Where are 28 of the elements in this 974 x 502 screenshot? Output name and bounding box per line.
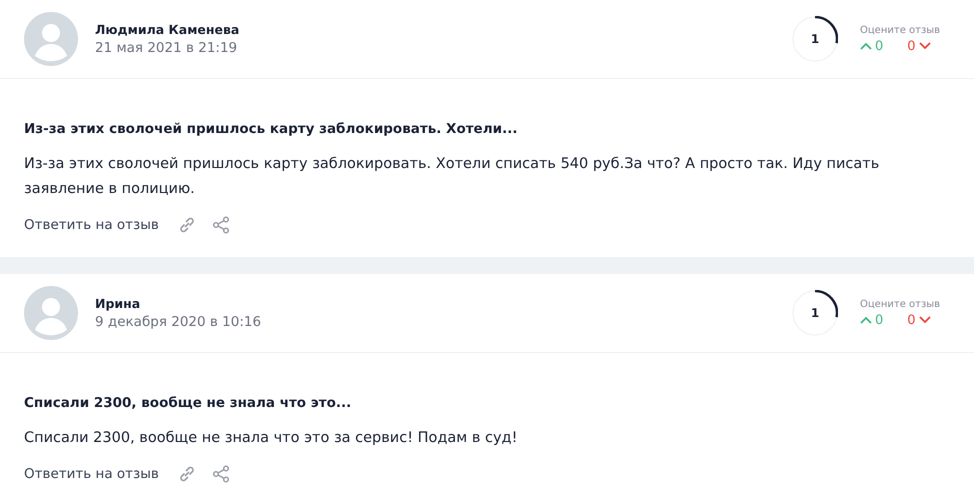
avatar-icon [24, 286, 78, 340]
share-icon[interactable] [210, 464, 231, 484]
rate-label: Оцените отзыв [860, 298, 942, 310]
rating-value: 1 [810, 32, 820, 46]
dislike-button[interactable]: 0 [907, 312, 931, 328]
chevron-down-icon [918, 316, 931, 324]
reply-link[interactable]: Ответить на отзыв [24, 466, 159, 482]
author-name: Ирина [95, 296, 142, 311]
reply-link[interactable]: Ответить на отзыв [24, 217, 159, 233]
share-icon[interactable] [210, 215, 231, 235]
chevron-down-icon [918, 42, 931, 50]
review-date: 9 декабря 2020 в 10:16 [95, 314, 262, 330]
dislike-button[interactable]: 0 [907, 38, 931, 54]
review-title: Из-за этих сволочей пришлось карту заблокировать. Хотели... [24, 121, 518, 137]
rating-value: 1 [810, 306, 820, 320]
like-button[interactable]: 0 [860, 312, 884, 328]
review-date: 21 мая 2021 в 21:19 [95, 40, 238, 56]
like-button[interactable]: 0 [860, 38, 884, 54]
review-text: Из-за этих сволочей пришлось карту заблокировать. Хотели списать 540 руб.За что? А просто так. Иду писать заявление в полицию. [24, 155, 880, 199]
review-title: Списали 2300, вообще не знала что это... [24, 395, 352, 411]
avatar-icon [24, 12, 78, 66]
rating-gauge [792, 16, 838, 62]
chevron-up-icon [860, 42, 872, 50]
author-name: Людмила Каменева [95, 22, 240, 37]
rating-gauge [792, 290, 838, 336]
review-text: Списали 2300, вообще не знала что это за сервис! Подам в суд! [24, 429, 518, 448]
rate-label: Оцените отзыв [860, 24, 942, 36]
chevron-up-icon [860, 316, 872, 324]
